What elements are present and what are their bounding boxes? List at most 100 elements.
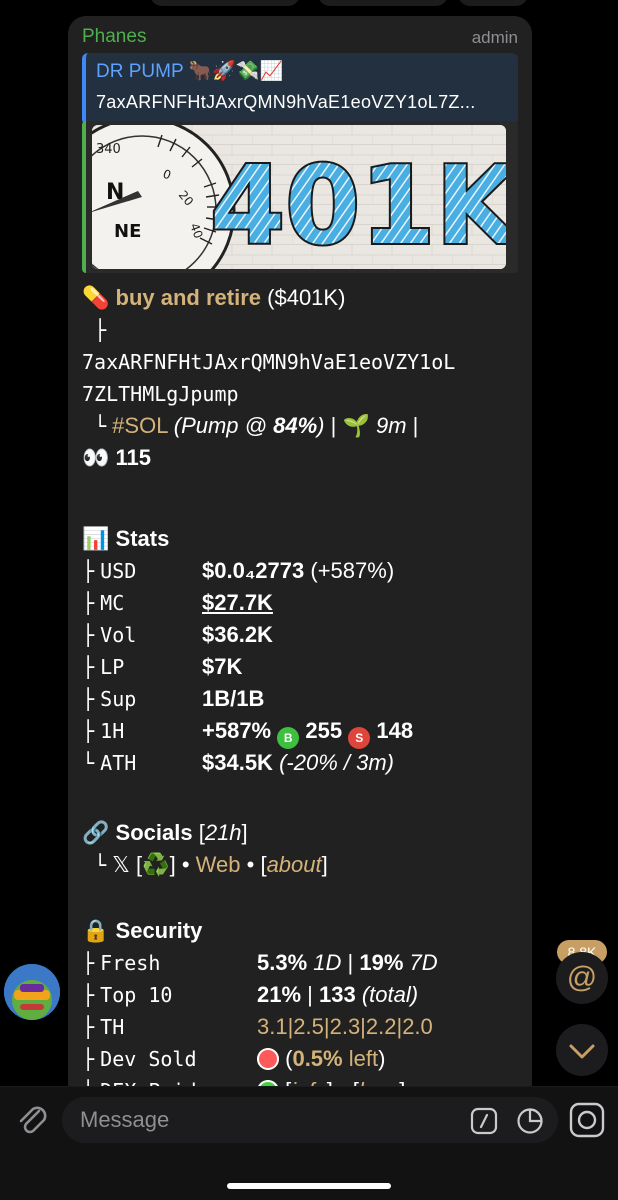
stat-extra: (-20% / 3m) <box>279 750 394 775</box>
home-indicator <box>227 1183 391 1189</box>
x-link[interactable]: 𝕏 <box>112 852 130 877</box>
lock-icon: 🔒 <box>82 918 110 943</box>
svg-text:340: 340 <box>96 142 121 157</box>
admin-badge: admin <box>471 28 518 47</box>
stat-value: $34.5K <box>202 750 273 775</box>
stat-key: USD <box>100 559 137 583</box>
composer-bar <box>0 1086 618 1200</box>
media-preview[interactable]: 340 0 20 40 N NE 401K <box>82 121 518 273</box>
sec-period: (total) <box>361 982 419 1007</box>
stat-row-sup: ├ Sup 1B/1B <box>82 683 264 715</box>
recycle-icon[interactable]: ♻️ <box>142 852 169 877</box>
web-link[interactable]: Web <box>196 852 241 877</box>
sticker-button[interactable] <box>516 1107 544 1135</box>
sec-period: 7D <box>409 950 438 975</box>
sec-value-group: (0.5% left) <box>257 1043 385 1075</box>
socials-title: Socials <box>115 820 193 845</box>
tree-branch: ├ <box>82 1015 95 1039</box>
dev-left-suffix: left <box>348 1046 379 1071</box>
sec-value: 21% <box>257 982 302 1007</box>
frog-avatar-image <box>4 964 60 1020</box>
contract-address-line1[interactable]: 7axARFNFHtJAxrQMN9hVaE1eoVZY1oL <box>82 346 455 378</box>
sec-value-group: 21% | 133 (total) <box>257 979 418 1011</box>
svg-text:NE: NE <box>114 221 141 242</box>
seedling-icon: 🌱 <box>342 413 370 438</box>
attach-button[interactable] <box>12 1099 52 1139</box>
token-age: 9m <box>375 413 407 438</box>
message-header: Phanes admin <box>82 26 518 52</box>
stat-row-usd: ├ USD $0.0₄2773 (+587%) <box>82 555 394 587</box>
sec-row-top10: ├ Top 10 21% | 133 (total) <box>82 979 418 1011</box>
sec-value: 133 <box>319 982 356 1007</box>
sol-hashtag[interactable]: #SOL <box>112 413 167 438</box>
separator: | <box>330 413 337 438</box>
sec-key: TH <box>100 1015 125 1039</box>
security-header: 🔒 Security <box>82 915 202 947</box>
tree-branch: ├ <box>82 559 95 583</box>
watchers-count: 115 <box>115 445 152 470</box>
sender-name[interactable]: Phanes <box>82 26 146 48</box>
stat-row-1h: ├ 1H +587% B 255 S 148 <box>82 715 413 749</box>
tree-branch: ├ <box>82 719 95 743</box>
scroll-down-button[interactable] <box>556 1024 608 1076</box>
reply-text: 7axARFNFHtJAxrQMN9hVaE1eoVZY1oL7Z... <box>96 92 476 112</box>
chain-line: └ #SOL (Pump @ 84%) | 🌱 9m | <box>94 410 418 442</box>
stat-key: LP <box>100 655 125 679</box>
dot-separator: • <box>181 852 190 877</box>
sticker-icon <box>517 1108 543 1134</box>
socials-header: 🔗 Socials [21h] <box>82 817 248 849</box>
sell-icon: S <box>348 727 371 749</box>
sender-avatar[interactable] <box>4 964 60 1020</box>
stat-row-vol: ├ Vol $36.2K <box>82 619 273 651</box>
dev-left-value: 0.5% <box>292 1046 343 1071</box>
top-pill <box>150 0 300 6</box>
stat-value-group: $0.0₄2773 (+587%) <box>202 555 394 587</box>
sec-period: 1D <box>313 950 342 975</box>
market-cap-link[interactable]: $27.7K <box>202 587 273 619</box>
pump-prefix: (Pump @ <box>173 413 274 438</box>
compass-401k-illustration: 340 0 20 40 N NE 401K <box>92 125 506 269</box>
top-pill <box>318 0 448 6</box>
tree-end: └ <box>94 414 107 438</box>
stat-value: 1B/1B <box>202 686 265 711</box>
buy-icon: B <box>277 727 300 749</box>
contract-address-line2[interactable]: 7ZLTHMLgJpump <box>82 378 239 410</box>
top-pill <box>458 0 528 6</box>
pill-icon: 💊 <box>82 285 110 310</box>
image-title-text: 401K <box>210 144 506 269</box>
sec-row-fresh: ├ Fresh 5.3% 1D | 19% 7D <box>82 947 438 979</box>
mentions-button[interactable]: @ <box>556 952 608 1004</box>
banner-image[interactable]: 340 0 20 40 N NE 401K <box>92 125 506 269</box>
message-bubble: Phanes admin DR PUMP 🐂🚀💸📈 7axARFNFHtJAxr… <box>68 16 532 1116</box>
about-link[interactable]: about <box>267 852 322 877</box>
watchers-line: 👀 115 <box>82 442 151 474</box>
stat-value: +587% <box>202 718 272 743</box>
stat-value: $7K <box>202 654 243 679</box>
socials-links-line: └ 𝕏 [♻️] • Web • [about] <box>94 849 328 881</box>
stat-key: Vol <box>100 623 137 647</box>
bar-chart-icon: 📊 <box>82 526 110 551</box>
about-wrap: [about] <box>260 852 328 877</box>
top-holders-links[interactable]: 3.1|2.5|2.3|2.2|2.0 <box>257 1011 433 1043</box>
tree-branch: ├ <box>82 1047 95 1071</box>
token-name-link[interactable]: buy and retire <box>116 285 261 310</box>
commands-button[interactable] <box>470 1107 498 1135</box>
paperclip-icon <box>19 1106 47 1134</box>
tree-branch: ├ <box>82 951 95 975</box>
reply-preview[interactable]: DR PUMP 🐂🚀💸📈 7axARFNFHtJAxrQMN9hVaE1eoVZ… <box>82 53 518 125</box>
separator: | <box>347 950 354 975</box>
stat-value-group: $34.5K (-20% / 3m) <box>202 747 394 779</box>
stat-row-mc: ├ MC $27.7K <box>82 587 273 619</box>
camera-button[interactable] <box>568 1101 606 1139</box>
stat-value-group: +587% B 255 S 148 <box>202 715 413 749</box>
security-title: Security <box>115 918 203 943</box>
pump-percent: 84% <box>273 413 318 438</box>
sec-row-th: ├ TH 3.1|2.5|2.3|2.2|2.0 <box>82 1011 433 1043</box>
tree-branch: ├ <box>94 318 107 342</box>
tree-branch: ├ <box>82 655 95 679</box>
stats-header: 📊 Stats <box>82 523 169 555</box>
tree-branch: ├ <box>82 983 95 1007</box>
stat-key: Sup <box>100 687 137 711</box>
sec-row-devsold: ├ Dev Sold (0.5% left) <box>82 1043 385 1075</box>
slash-command-icon <box>470 1107 498 1135</box>
